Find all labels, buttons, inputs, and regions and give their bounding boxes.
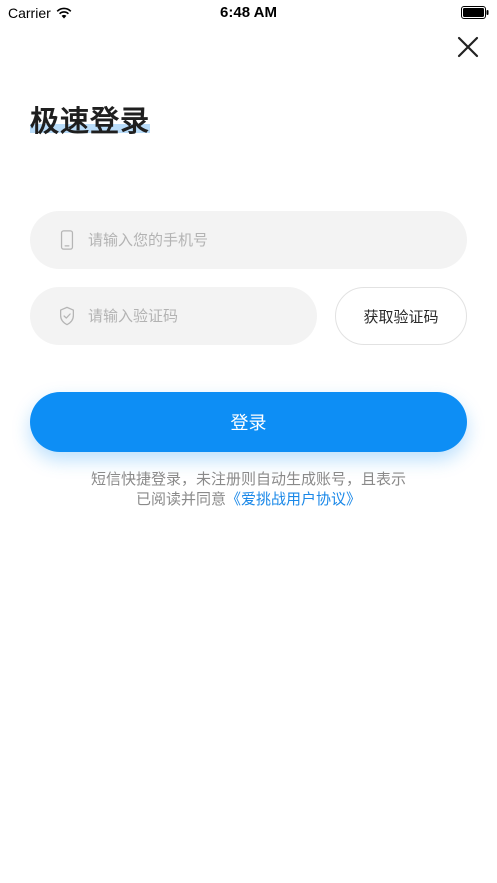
shield-check-icon (60, 306, 74, 326)
clock: 6:48 AM (220, 4, 277, 21)
agreement-line-1: 短信快捷登录，未注册则自动生成账号，且表示 (90, 470, 406, 488)
get-verification-code-button[interactable]: 获取验证码 (335, 287, 467, 345)
status-bar: Carrier 6:48 AM (0, 0, 497, 26)
phone-field[interactable] (30, 211, 467, 269)
page-title: 极速登录 (30, 104, 151, 138)
agreement-line-2: 已阅读并同意《爱挑战用户协议》 (30, 489, 467, 509)
phone-icon (60, 230, 74, 250)
agreement-prefix: 已阅读并同意 (135, 490, 226, 508)
phone-input[interactable] (88, 231, 388, 249)
verification-code-input[interactable] (88, 307, 288, 325)
verification-code-field[interactable] (30, 287, 317, 345)
close-button[interactable] (457, 36, 479, 58)
agreement-text: 短信快捷登录，未注册则自动生成账号，且表示 已阅读并同意《爱挑战用户协议》 (30, 469, 467, 509)
close-icon (457, 36, 479, 58)
user-agreement-link[interactable]: 《爱挑战用户协议》 (226, 490, 361, 508)
battery-icon (461, 6, 489, 19)
login-page: Carrier 6:48 AM 极速登录 请输入您的手机号 请输入验证码 获取验… (0, 0, 497, 883)
title-group: 极速登录 (30, 98, 150, 140)
login-button[interactable]: 登录 (30, 392, 467, 452)
